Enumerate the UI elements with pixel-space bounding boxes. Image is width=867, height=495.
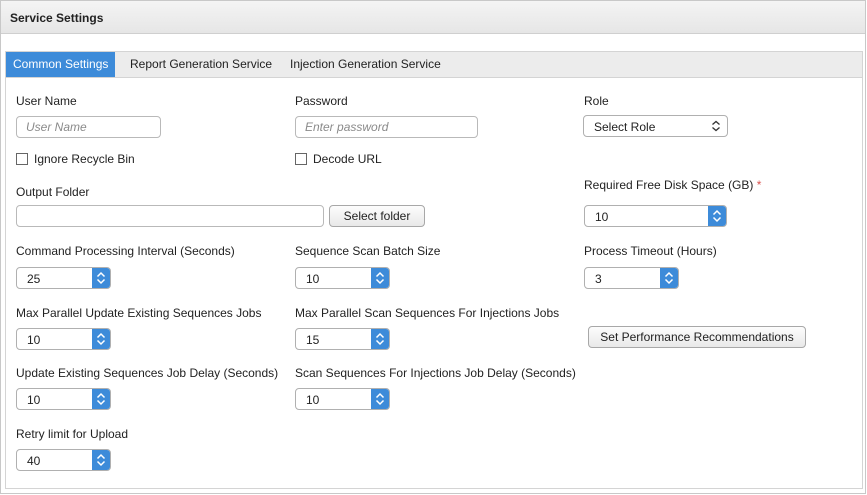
ignore-recycle-bin-label: Ignore Recycle Bin: [34, 152, 135, 166]
panel-header: Service Settings: [1, 1, 865, 34]
command-interval-label: Command Processing Interval (Seconds): [16, 244, 235, 258]
update-delay-stepper[interactable]: 10: [16, 388, 111, 410]
sequence-scan-batch-stepper[interactable]: 10: [295, 267, 390, 289]
stepper-value: 3: [595, 272, 602, 286]
tab-common-settings[interactable]: Common Settings: [6, 52, 116, 77]
user-name-input[interactable]: [16, 116, 161, 138]
required-free-disk-label: Required Free Disk Space (GB) *: [584, 178, 762, 192]
role-select-value: Select Role: [594, 120, 656, 134]
ignore-recycle-bin-checkbox[interactable]: Ignore Recycle Bin: [16, 152, 135, 166]
set-performance-recommendations-button[interactable]: Set Performance Recommendations: [588, 326, 806, 348]
sequence-scan-batch-label: Sequence Scan Batch Size: [295, 244, 441, 258]
role-select[interactable]: Select Role: [583, 115, 728, 137]
chevron-up-down-icon: [96, 392, 106, 406]
chevron-up-down-icon: [375, 392, 385, 406]
chevron-up-down-icon: [96, 332, 106, 346]
required-free-disk-stepper[interactable]: 10: [584, 205, 727, 227]
stepper-value: 40: [27, 454, 41, 468]
checkbox-box[interactable]: [16, 153, 28, 165]
max-parallel-scan-label: Max Parallel Scan Sequences For Injectio…: [295, 306, 560, 320]
scan-delay-label: Scan Sequences For Injections Job Delay …: [295, 366, 576, 380]
chevron-up-down-icon: [712, 209, 722, 223]
stepper-arrows[interactable]: [92, 329, 110, 349]
max-parallel-update-stepper[interactable]: 10: [16, 328, 111, 350]
output-folder-label: Output Folder: [16, 185, 90, 199]
role-label: Role: [584, 94, 609, 108]
chevron-up-down-icon: [96, 453, 106, 467]
stepper-arrows[interactable]: [92, 389, 110, 409]
stepper-arrows[interactable]: [371, 329, 389, 349]
stepper-arrows[interactable]: [92, 450, 110, 470]
stepper-value: 10: [306, 393, 320, 407]
decode-url-checkbox[interactable]: Decode URL: [295, 152, 382, 166]
chevron-up-down-icon: [712, 120, 720, 132]
tab-injection-generation-service[interactable]: Injection Generation Service: [283, 52, 448, 77]
update-delay-label: Update Existing Sequences Job Delay (Sec…: [16, 366, 279, 380]
output-folder-input[interactable]: [16, 205, 324, 227]
command-interval-stepper[interactable]: 25: [16, 267, 111, 289]
panel-title: Service Settings: [10, 11, 104, 25]
stepper-value: 10: [306, 272, 320, 286]
stepper-value: 10: [595, 210, 609, 224]
chevron-up-down-icon: [375, 332, 385, 346]
required-marker: *: [756, 178, 762, 192]
tab-report-generation-service[interactable]: Report Generation Service: [123, 52, 279, 77]
tab-bar: Common Settings Report Generation Servic…: [5, 51, 863, 78]
chevron-up-down-icon: [664, 271, 674, 285]
stepper-arrows[interactable]: [371, 268, 389, 288]
max-parallel-scan-stepper[interactable]: 15: [295, 328, 390, 350]
stepper-arrows[interactable]: [371, 389, 389, 409]
stepper-arrows[interactable]: [708, 206, 726, 226]
service-settings-panel: Service Settings Common Settings Report …: [0, 0, 866, 494]
retry-limit-label: Retry limit for Upload: [16, 427, 129, 441]
password-input[interactable]: [295, 116, 478, 138]
stepper-value: 10: [27, 393, 41, 407]
stepper-value: 15: [306, 333, 320, 347]
password-label: Password: [295, 94, 348, 108]
process-timeout-label: Process Timeout (Hours): [584, 244, 717, 258]
stepper-arrows[interactable]: [92, 268, 110, 288]
max-parallel-update-label: Max Parallel Update Existing Sequences J…: [16, 306, 262, 320]
retry-limit-stepper[interactable]: 40: [16, 449, 111, 471]
decode-url-label: Decode URL: [313, 152, 382, 166]
chevron-up-down-icon: [96, 271, 106, 285]
chevron-up-down-icon: [375, 271, 385, 285]
scan-delay-stepper[interactable]: 10: [295, 388, 390, 410]
user-name-label: User Name: [16, 94, 77, 108]
checkbox-box[interactable]: [295, 153, 307, 165]
tab-content: [5, 78, 863, 489]
stepper-arrows[interactable]: [660, 268, 678, 288]
stepper-value: 10: [27, 333, 41, 347]
select-folder-button[interactable]: Select folder: [329, 205, 425, 227]
stepper-value: 25: [27, 272, 41, 286]
process-timeout-stepper[interactable]: 3: [584, 267, 679, 289]
